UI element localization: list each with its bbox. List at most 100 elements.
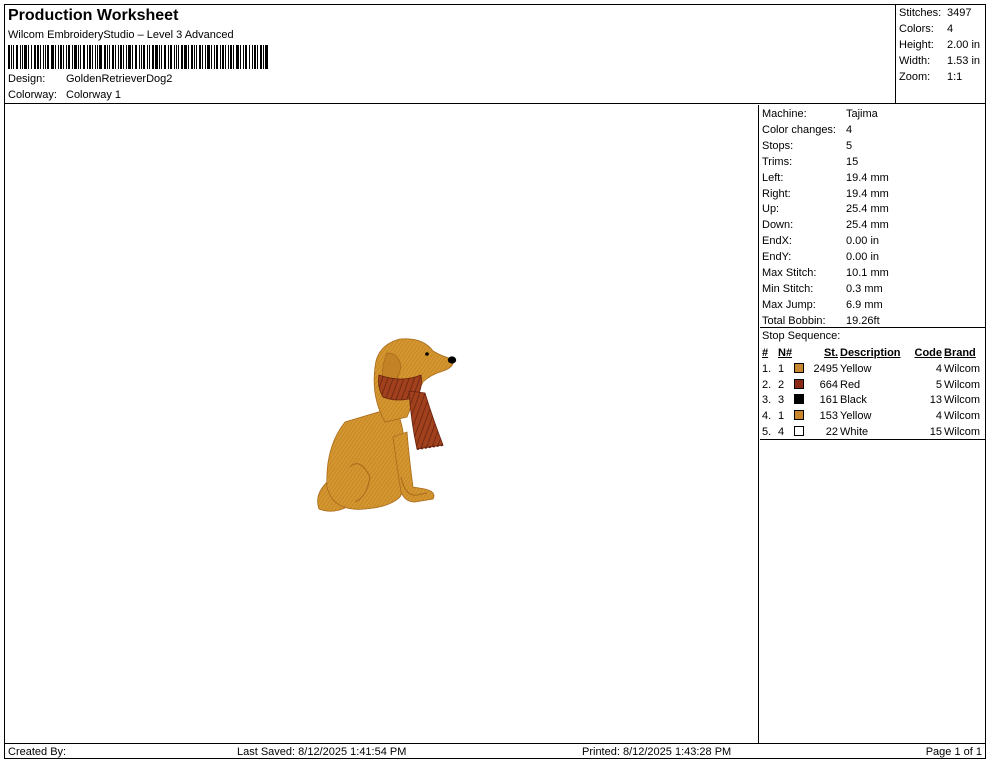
- info-key: Up:: [762, 203, 780, 216]
- seq-index: 4.: [762, 410, 772, 423]
- colorway-row: Colorway: Colorway 1: [8, 89, 121, 101]
- info-key: Max Jump:: [762, 298, 816, 311]
- thread-description: White: [840, 426, 869, 439]
- stitch-count: 22: [825, 426, 838, 439]
- needle-number-text: 1: [778, 362, 785, 375]
- info-value: 0.00 in: [846, 235, 880, 248]
- info-key: Total Bobbin:: [762, 314, 826, 327]
- barcode-bar: [95, 45, 96, 69]
- barcode-bar: [176, 45, 177, 69]
- barcode-bar: [115, 45, 116, 69]
- thread-code: 5: [935, 378, 942, 391]
- barcode-bar: [66, 45, 67, 69]
- stitch-info-panel: Stop Sequence: # N# St. Description Code…: [760, 105, 985, 743]
- barcode-bar: [236, 45, 239, 69]
- info-key: Left:: [762, 171, 784, 184]
- barcode-bar: [184, 45, 187, 69]
- barcode-bar: [123, 45, 124, 69]
- barcode-bar: [147, 45, 148, 69]
- barcode-bar: [240, 45, 241, 69]
- needle-number-text: 2: [778, 378, 785, 391]
- table-row: 2. 2 664 Red 5 Wilcom: [761, 377, 981, 393]
- barcode-bar: [249, 45, 250, 69]
- barcode-bar: [254, 45, 256, 69]
- barcode-bar: [31, 45, 32, 69]
- barcode-bar: [265, 45, 268, 69]
- summary-colors: Colors: 4: [899, 23, 954, 35]
- divider: [760, 439, 985, 440]
- stitch-count: 2495: [813, 362, 838, 375]
- color-swatch: [794, 410, 804, 421]
- barcode-bar: [252, 45, 253, 69]
- barcode-bar: [135, 45, 137, 69]
- printed-date: Printed: 8/12/2025 1:43:28 PM: [582, 746, 732, 758]
- barcode-bar: [164, 45, 166, 69]
- barcode-bar: [205, 45, 206, 69]
- thread-description: Red: [840, 378, 861, 391]
- seq-index: 2.: [762, 378, 772, 391]
- barcode-bar: [68, 45, 70, 69]
- info-row: Stops: 5: [762, 140, 852, 155]
- barcode-bar: [263, 45, 264, 69]
- barcode-bar: [47, 45, 49, 69]
- barcode-bar: [260, 45, 262, 69]
- color-swatch: [794, 362, 804, 373]
- barcode-bar: [120, 45, 122, 69]
- needle-number-text: 4: [778, 426, 785, 439]
- barcode-bar: [191, 45, 193, 69]
- barcode-bar: [128, 45, 131, 69]
- barcode-bar: [211, 45, 212, 69]
- barcode-bar: [104, 45, 106, 69]
- design-value: GoldenRetrieverDog2: [66, 73, 173, 85]
- color-swatch: [794, 394, 804, 405]
- barcode-bar: [194, 45, 195, 69]
- seq-index: 3.: [762, 394, 772, 407]
- col-stitches: St.: [823, 347, 838, 359]
- summary-stitches: Stitches: 3497: [899, 7, 972, 19]
- barcode-bar: [196, 45, 197, 69]
- barcode-bar: [22, 45, 23, 69]
- table-row: 3. 3 161 Black 13 Wilcom: [761, 393, 981, 409]
- barcode-bar: [51, 45, 54, 69]
- design-label: Design:: [8, 73, 46, 85]
- barcode-bar: [230, 45, 232, 69]
- barcode-bar: [107, 45, 108, 69]
- worksheet: Production Worksheet Wilcom EmbroiderySt…: [4, 4, 986, 759]
- last-saved: Last Saved: 8/12/2025 1:41:54 PM: [237, 746, 407, 758]
- barcode-bar: [97, 45, 98, 69]
- barcode-bar: [72, 45, 73, 69]
- info-key: Color changes:: [762, 123, 836, 136]
- barcode-bar: [16, 45, 18, 69]
- col-needle: N#: [778, 347, 793, 359]
- barcode-bar: [143, 45, 145, 69]
- seq-index: 1.: [762, 362, 772, 375]
- barcode-bar: [40, 45, 41, 69]
- info-value: Tajima: [846, 108, 878, 120]
- barcode-bar: [74, 45, 77, 69]
- barcode-bar: [188, 45, 189, 69]
- page-number: Page 1 of 1: [925, 746, 982, 758]
- info-row: Color changes: 4: [762, 124, 852, 139]
- info-key: Right:: [762, 187, 791, 200]
- thread-code: 15: [929, 426, 942, 439]
- color-swatch: [794, 426, 804, 437]
- needle-number: 2: [777, 377, 805, 393]
- colorway-label: Colorway:: [8, 89, 57, 101]
- barcode-bar: [132, 45, 133, 69]
- summary-width: Width: 1.53 in: [899, 55, 981, 67]
- colorway-value: Colorway 1: [66, 89, 122, 101]
- barcode-bar: [89, 45, 91, 69]
- needle-number: 1: [777, 361, 805, 377]
- barcode-bar: [168, 45, 169, 69]
- stitch-count: 161: [819, 394, 838, 407]
- barcode-bar: [99, 45, 102, 69]
- info-value: 6.9 mm: [846, 298, 883, 311]
- info-key: Down:: [762, 219, 794, 232]
- info-key: Min Stitch:: [762, 282, 814, 295]
- info-row: Min Stitch: 0.3 mm: [762, 283, 883, 298]
- info-value: 19.4 mm: [846, 171, 889, 184]
- col-code: Code: [914, 347, 943, 359]
- info-value: 5: [846, 139, 853, 152]
- info-key: Max Stitch:: [762, 267, 817, 279]
- barcode-bar: [92, 45, 93, 69]
